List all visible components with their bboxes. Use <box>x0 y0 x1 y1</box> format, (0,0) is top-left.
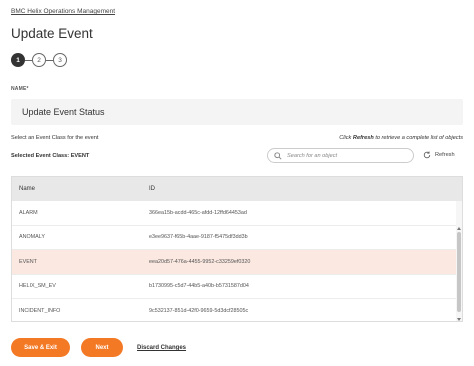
table-body: ALARM 366ea15b-acdd-465c-afdd-12ffd64453… <box>12 201 462 321</box>
page-title: Update Event <box>11 26 93 41</box>
row-id: eea20d57-476a-4455-9952-c33259ef0320 <box>149 258 251 265</box>
row-name: HELIX_SM_EV <box>19 283 56 290</box>
refresh-icon <box>423 151 431 159</box>
next-button[interactable]: Next <box>81 338 123 357</box>
table-row-selected[interactable]: EVENT eea20d57-476a-4455-9952-c33259ef03… <box>12 250 462 275</box>
column-header-id[interactable]: ID <box>140 186 155 192</box>
search-input[interactable] <box>287 152 407 159</box>
table-row[interactable]: ALARM 366ea15b-acdd-465c-afdd-12ffd64453… <box>12 201 462 226</box>
discard-changes-link[interactable]: Discard Changes <box>137 345 186 351</box>
instruction-text: Select an Event Class for the event <box>11 135 99 141</box>
table-row[interactable]: INCIDENT_INFO 9c532137-851d-42f0-9659-5d… <box>12 299 462 321</box>
table-row[interactable]: ANOMALY e3ee9637-f65b-4aae-9187-f5475df3… <box>12 226 462 250</box>
table-scrollbar[interactable] <box>456 201 462 321</box>
row-id: 9c532137-851d-42f0-9659-5d3dcf28505c <box>149 307 249 314</box>
breadcrumb[interactable]: BMC Helix Operations Management <box>11 8 115 15</box>
table-header: Name ID <box>12 177 462 201</box>
row-name: INCIDENT_INFO <box>19 307 61 314</box>
column-header-name[interactable]: Name <box>12 186 140 192</box>
refresh-label: Refresh <box>435 152 455 158</box>
row-name: ANOMALY <box>19 234 45 241</box>
scroll-thumb[interactable] <box>457 232 461 312</box>
refresh-hint-suffix: to retrieve a complete list of objects <box>373 135 463 141</box>
row-id: 366ea15b-acdd-465c-afdd-12ffd64453ad <box>149 209 247 216</box>
row-id: e3ee9637-f65b-4aae-9187-f5475df3dd3b <box>149 234 248 241</box>
refresh-hint: Click Refresh to retrieve a complete lis… <box>339 135 463 141</box>
selected-event-class: Selected Event Class: EVENT <box>11 153 90 159</box>
search-icon <box>274 151 282 160</box>
search-box[interactable] <box>267 148 414 163</box>
stepper: 1 2 3 <box>11 53 67 67</box>
row-name: EVENT <box>19 258 37 265</box>
event-class-table: Name ID ALARM 366ea15b-acdd-465c-afdd-12… <box>11 176 463 322</box>
name-label: NAME* <box>11 86 29 92</box>
row-name: ALARM <box>19 209 38 216</box>
name-field[interactable]: Update Event Status <box>11 99 463 125</box>
row-id: b1730995-c5d7-44b5-a40b-b5731587d04 <box>149 283 249 290</box>
step-connector <box>46 59 53 61</box>
scroll-down-arrow[interactable] <box>457 318 461 321</box>
scroll-up-arrow[interactable] <box>457 227 461 230</box>
step-3[interactable]: 3 <box>53 53 67 67</box>
step-1[interactable]: 1 <box>11 53 25 67</box>
save-exit-button[interactable]: Save & Exit <box>11 338 70 357</box>
step-2[interactable]: 2 <box>32 53 46 67</box>
refresh-button[interactable]: Refresh <box>423 151 455 159</box>
refresh-hint-prefix: Click <box>339 135 353 141</box>
table-row[interactable]: HELIX_SM_EV b1730995-c5d7-44b5-a40b-b573… <box>12 275 462 299</box>
step-connector <box>25 59 32 61</box>
refresh-hint-bold: Refresh <box>352 135 374 141</box>
